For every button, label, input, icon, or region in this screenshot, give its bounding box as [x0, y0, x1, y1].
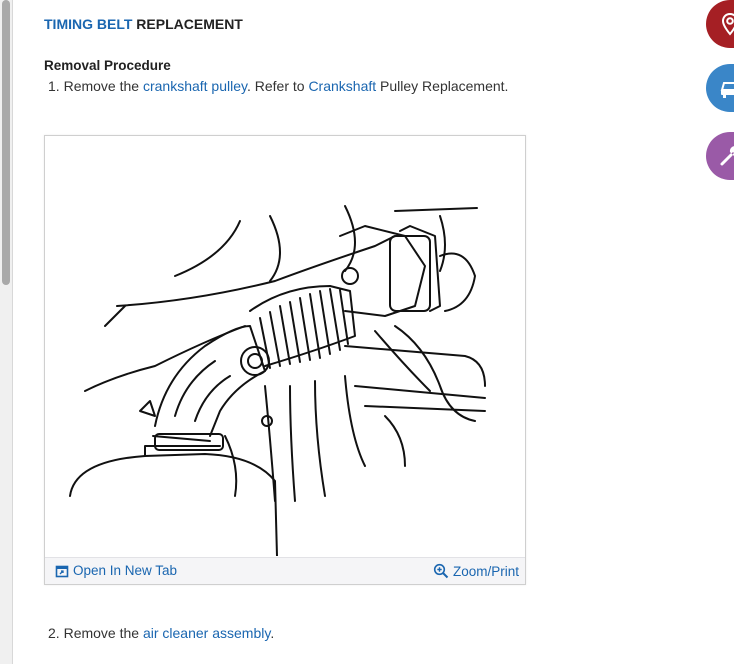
page-scrollbar[interactable]: [0, 0, 13, 664]
vehicle-icon: [720, 82, 734, 98]
step-text: Remove the: [63, 78, 143, 94]
air-cleaner-assembly-link[interactable]: air cleaner assembly: [143, 625, 270, 641]
procedure-step-2: 2. Remove the air cleaner assembly.: [48, 625, 274, 641]
zoom-print-button[interactable]: Zoom/Print: [433, 563, 519, 579]
page-title: TIMING BELT REPLACEMENT: [44, 16, 243, 32]
procedure-step-1: 1. Remove the crankshaft pulley. Refer t…: [48, 78, 508, 94]
title-highlight: TIMING BELT: [44, 16, 133, 32]
open-in-new-tab-icon: [55, 565, 69, 577]
engine-diagram-illustration: [69, 205, 486, 556]
step-text: . Refer to: [246, 78, 309, 94]
step-text: Remove the: [63, 625, 143, 641]
scrollbar-thumb[interactable]: [2, 0, 10, 285]
title-rest: REPLACEMENT: [132, 16, 243, 32]
location-action-button[interactable]: [706, 0, 734, 48]
figure-toolbar: Open In New Tab Zoom/Print: [45, 557, 525, 584]
step-number: 1.: [48, 78, 60, 94]
crankshaft-pulley-replacement-link[interactable]: Crankshaft: [308, 78, 376, 94]
zoom-in-icon: [433, 563, 449, 579]
open-in-new-tab-button[interactable]: Open In New Tab: [55, 563, 177, 578]
repair-action-button[interactable]: [706, 132, 734, 180]
procedure-figure: Open In New Tab Zoom/Print: [44, 135, 526, 585]
step-text: .: [270, 625, 275, 641]
step-number: 2.: [48, 625, 60, 641]
step-text: Pulley Replacement.: [376, 78, 509, 94]
location-pin-icon: [721, 12, 734, 36]
wrench-icon: [720, 146, 734, 166]
open-in-new-tab-label: Open In New Tab: [73, 563, 178, 578]
zoom-print-label: Zoom/Print: [452, 563, 519, 579]
section-title: Removal Procedure: [44, 58, 171, 73]
vehicle-action-button[interactable]: [706, 64, 734, 112]
crankshaft-pulley-link[interactable]: crankshaft pulley: [143, 78, 247, 94]
